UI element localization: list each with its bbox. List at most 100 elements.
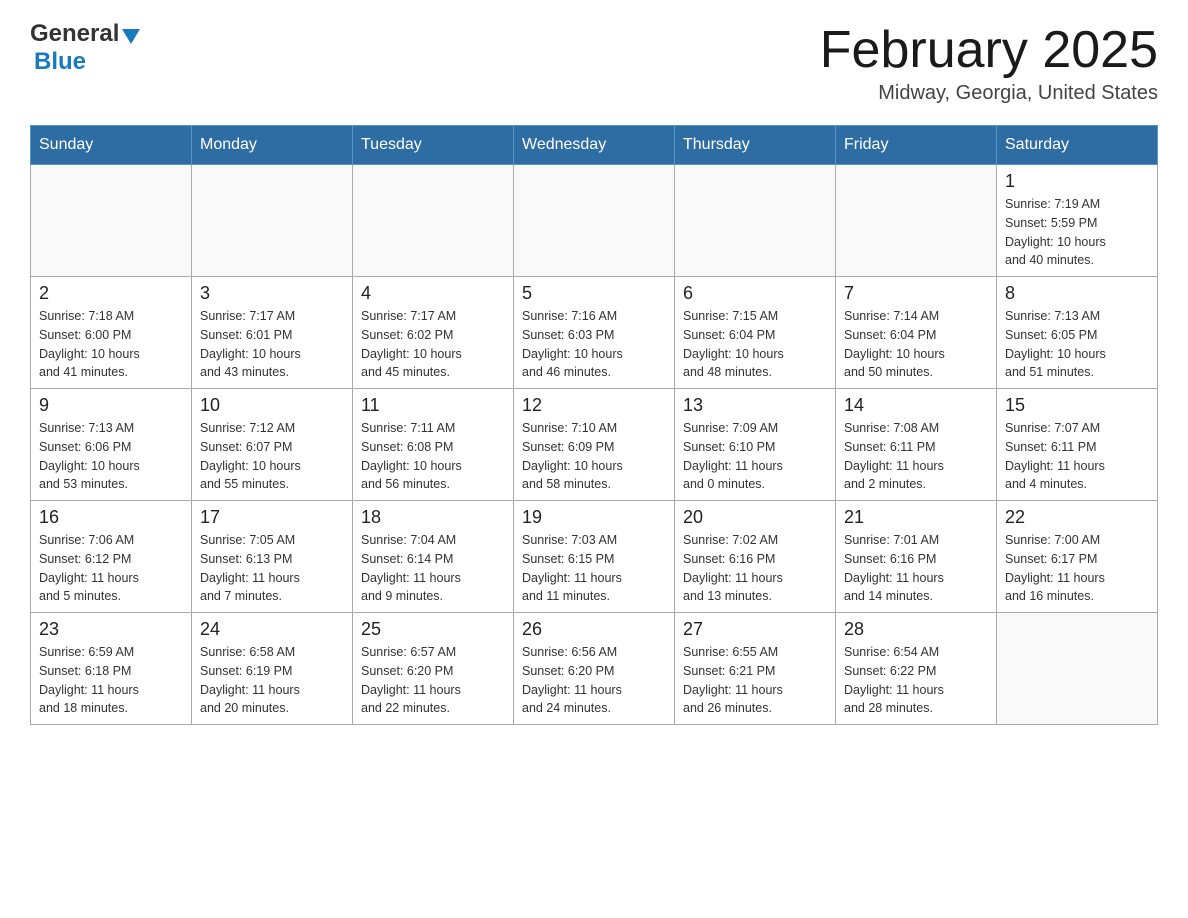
day-info: Sunrise: 6:54 AM Sunset: 6:22 PM Dayligh… [844,643,988,718]
day-number: 21 [844,507,988,528]
weekday-header-wednesday: Wednesday [514,126,675,165]
logo-general-text: General [30,20,119,48]
logo-triangle-icon [122,29,140,44]
calendar-cell: 9 Sunrise: 7:13 AM Sunset: 6:06 PM Daylig… [31,389,192,501]
calendar-cell: 25 Sunrise: 6:57 AM Sunset: 6:20 PM Dayli… [353,613,514,725]
day-info: Sunrise: 7:16 AM Sunset: 6:03 PM Dayligh… [522,307,666,382]
logo-blue-text: Blue [34,48,86,76]
day-info: Sunrise: 7:13 AM Sunset: 6:05 PM Dayligh… [1005,307,1149,382]
month-title: February 2025 [820,20,1158,80]
day-number: 27 [683,619,827,640]
day-number: 18 [361,507,505,528]
calendar-cell [192,165,353,277]
calendar-cell [997,613,1158,725]
day-number: 7 [844,283,988,304]
day-info: Sunrise: 7:07 AM Sunset: 6:11 PM Dayligh… [1005,419,1149,494]
day-number: 11 [361,395,505,416]
calendar-cell: 6 Sunrise: 7:15 AM Sunset: 6:04 PM Daylig… [675,277,836,389]
day-info: Sunrise: 7:00 AM Sunset: 6:17 PM Dayligh… [1005,531,1149,606]
day-number: 6 [683,283,827,304]
day-number: 24 [200,619,344,640]
page-header: General Blue February 2025 Midway, Georg… [30,20,1158,105]
day-info: Sunrise: 7:18 AM Sunset: 6:00 PM Dayligh… [39,307,183,382]
weekday-header-friday: Friday [836,126,997,165]
calendar-cell [514,165,675,277]
calendar-cell: 3 Sunrise: 7:17 AM Sunset: 6:01 PM Daylig… [192,277,353,389]
calendar-cell: 11 Sunrise: 7:11 AM Sunset: 6:08 PM Dayli… [353,389,514,501]
calendar-cell [675,165,836,277]
day-number: 25 [361,619,505,640]
day-info: Sunrise: 7:08 AM Sunset: 6:11 PM Dayligh… [844,419,988,494]
day-number: 2 [39,283,183,304]
calendar-cell: 21 Sunrise: 7:01 AM Sunset: 6:16 PM Dayli… [836,501,997,613]
day-info: Sunrise: 6:59 AM Sunset: 6:18 PM Dayligh… [39,643,183,718]
day-number: 14 [844,395,988,416]
calendar-week-4: 16 Sunrise: 7:06 AM Sunset: 6:12 PM Dayli… [31,501,1158,613]
day-info: Sunrise: 6:56 AM Sunset: 6:20 PM Dayligh… [522,643,666,718]
weekday-header-tuesday: Tuesday [353,126,514,165]
calendar-cell: 1 Sunrise: 7:19 AM Sunset: 5:59 PM Daylig… [997,165,1158,277]
day-info: Sunrise: 6:57 AM Sunset: 6:20 PM Dayligh… [361,643,505,718]
day-number: 12 [522,395,666,416]
calendar-cell: 13Sunrise: 7:09 AM Sunset: 6:10 PM Dayli… [675,389,836,501]
calendar-cell: 7 Sunrise: 7:14 AM Sunset: 6:04 PM Daylig… [836,277,997,389]
day-number: 3 [200,283,344,304]
calendar-cell: 16 Sunrise: 7:06 AM Sunset: 6:12 PM Dayli… [31,501,192,613]
day-number: 10 [200,395,344,416]
calendar-cell: 22 Sunrise: 7:00 AM Sunset: 6:17 PM Dayli… [997,501,1158,613]
day-info: Sunrise: 7:12 AM Sunset: 6:07 PM Dayligh… [200,419,344,494]
calendar-cell: 5 Sunrise: 7:16 AM Sunset: 6:03 PM Daylig… [514,277,675,389]
logo: General Blue [30,20,140,76]
calendar-cell: 14 Sunrise: 7:08 AM Sunset: 6:11 PM Dayli… [836,389,997,501]
calendar-cell: 10 Sunrise: 7:12 AM Sunset: 6:07 PM Dayli… [192,389,353,501]
day-info: Sunrise: 7:05 AM Sunset: 6:13 PM Dayligh… [200,531,344,606]
day-info: Sunrise: 7:14 AM Sunset: 6:04 PM Dayligh… [844,307,988,382]
day-info: Sunrise: 7:09 AM Sunset: 6:10 PM Dayligh… [683,419,827,494]
calendar-cell [31,165,192,277]
day-info: Sunrise: 7:13 AM Sunset: 6:06 PM Dayligh… [39,419,183,494]
day-info: Sunrise: 7:17 AM Sunset: 6:01 PM Dayligh… [200,307,344,382]
day-number: 23 [39,619,183,640]
location-text: Midway, Georgia, United States [820,82,1158,105]
calendar-cell: 12Sunrise: 7:10 AM Sunset: 6:09 PM Dayli… [514,389,675,501]
day-info: Sunrise: 7:01 AM Sunset: 6:16 PM Dayligh… [844,531,988,606]
calendar-cell: 8Sunrise: 7:13 AM Sunset: 6:05 PM Daylig… [997,277,1158,389]
weekday-header-row: SundayMondayTuesdayWednesdayThursdayFrid… [31,126,1158,165]
weekday-header-sunday: Sunday [31,126,192,165]
day-number: 22 [1005,507,1149,528]
day-info: Sunrise: 7:04 AM Sunset: 6:14 PM Dayligh… [361,531,505,606]
day-number: 16 [39,507,183,528]
calendar-cell: 15 Sunrise: 7:07 AM Sunset: 6:11 PM Dayli… [997,389,1158,501]
day-number: 1 [1005,171,1149,192]
day-info: Sunrise: 7:19 AM Sunset: 5:59 PM Dayligh… [1005,195,1149,270]
calendar-cell: 28 Sunrise: 6:54 AM Sunset: 6:22 PM Dayli… [836,613,997,725]
day-number: 28 [844,619,988,640]
day-number: 4 [361,283,505,304]
weekday-header-thursday: Thursday [675,126,836,165]
day-number: 17 [200,507,344,528]
day-info: Sunrise: 7:06 AM Sunset: 6:12 PM Dayligh… [39,531,183,606]
day-info: Sunrise: 7:15 AM Sunset: 6:04 PM Dayligh… [683,307,827,382]
calendar-cell: 23 Sunrise: 6:59 AM Sunset: 6:18 PM Dayli… [31,613,192,725]
day-info: Sunrise: 6:55 AM Sunset: 6:21 PM Dayligh… [683,643,827,718]
calendar-cell: 20 Sunrise: 7:02 AM Sunset: 6:16 PM Dayli… [675,501,836,613]
day-number: 5 [522,283,666,304]
calendar-cell: 27 Sunrise: 6:55 AM Sunset: 6:21 PM Dayli… [675,613,836,725]
calendar-cell: 18 Sunrise: 7:04 AM Sunset: 6:14 PM Dayli… [353,501,514,613]
calendar-cell [836,165,997,277]
title-block: February 2025 Midway, Georgia, United St… [820,20,1158,105]
day-number: 26 [522,619,666,640]
day-number: 9 [39,395,183,416]
calendar-week-2: 2 Sunrise: 7:18 AM Sunset: 6:00 PM Daylig… [31,277,1158,389]
day-info: Sunrise: 7:02 AM Sunset: 6:16 PM Dayligh… [683,531,827,606]
calendar-cell: 26 Sunrise: 6:56 AM Sunset: 6:20 PM Dayli… [514,613,675,725]
calendar-week-5: 23 Sunrise: 6:59 AM Sunset: 6:18 PM Dayli… [31,613,1158,725]
calendar-cell: 2 Sunrise: 7:18 AM Sunset: 6:00 PM Daylig… [31,277,192,389]
day-number: 15 [1005,395,1149,416]
calendar-cell: 4 Sunrise: 7:17 AM Sunset: 6:02 PM Daylig… [353,277,514,389]
day-info: Sunrise: 7:03 AM Sunset: 6:15 PM Dayligh… [522,531,666,606]
weekday-header-monday: Monday [192,126,353,165]
day-info: Sunrise: 7:17 AM Sunset: 6:02 PM Dayligh… [361,307,505,382]
day-info: Sunrise: 7:11 AM Sunset: 6:08 PM Dayligh… [361,419,505,494]
day-number: 20 [683,507,827,528]
